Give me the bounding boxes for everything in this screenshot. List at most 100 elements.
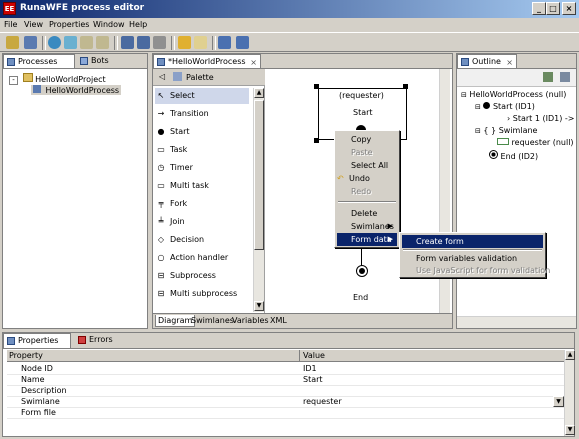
- open-folder-icon[interactable]: [178, 36, 191, 49]
- outline-end[interactable]: End (ID2): [489, 150, 538, 161]
- selection-handle[interactable]: [314, 84, 319, 89]
- outline-toolbar: [457, 69, 576, 87]
- outline-start[interactable]: ⊟ Start (ID1): [475, 102, 535, 111]
- overview-icon[interactable]: [560, 72, 570, 82]
- menu-item-swimlanes[interactable]: Swimlanes ▶: [337, 220, 397, 233]
- diamond-icon: ◇: [157, 235, 165, 244]
- menu-item-delete[interactable]: Delete: [337, 207, 397, 220]
- scroll-down-icon[interactable]: ▼: [254, 301, 264, 311]
- property-column-header[interactable]: Property: [9, 351, 43, 360]
- tab-diagram[interactable]: Diagram: [155, 315, 196, 327]
- value-column-header[interactable]: Value: [303, 351, 325, 360]
- table-row[interactable]: Form file: [7, 407, 565, 419]
- tree-view-icon[interactable]: [543, 72, 553, 82]
- properties-scrollbar[interactable]: ▲ ▼: [564, 350, 575, 436]
- save-all-icon[interactable]: [137, 36, 150, 49]
- new-icon[interactable]: [6, 36, 19, 49]
- import-icon[interactable]: [48, 36, 61, 49]
- delete-icon[interactable]: [153, 36, 166, 49]
- palette-transition[interactable]: → Transition: [155, 106, 209, 122]
- close-button[interactable]: ×: [562, 2, 576, 15]
- start-node-icon: [483, 102, 491, 109]
- outline-swimlane[interactable]: ⊟ { } Swimlane: [475, 126, 537, 135]
- outline-transition[interactable]: › Start 1 (ID1) ->: [507, 114, 574, 123]
- selection-handle[interactable]: [314, 138, 319, 143]
- scroll-down-icon[interactable]: ▼: [565, 425, 575, 435]
- palette-action-handler[interactable]: ○ Action handler: [155, 250, 229, 266]
- palette-timer[interactable]: ◷ Timer: [155, 160, 193, 176]
- tab-bots[interactable]: Bots: [77, 54, 141, 68]
- menu-item-undo[interactable]: ↶ Undo: [337, 172, 397, 185]
- palette-start[interactable]: ● Start: [155, 124, 190, 140]
- palette-select[interactable]: ↖ Select: [155, 88, 249, 104]
- menu-view[interactable]: View: [24, 20, 43, 29]
- close-outline-icon[interactable]: ×: [506, 56, 513, 69]
- palette-fork[interactable]: ╤ Fork: [155, 196, 188, 212]
- process-icon: [33, 85, 41, 93]
- menu-window[interactable]: Window: [93, 20, 125, 29]
- menu-file[interactable]: File: [4, 20, 17, 29]
- app-icon: EE: [3, 2, 16, 15]
- export-icon[interactable]: [64, 36, 77, 49]
- outline-hscrollbar[interactable]: [457, 316, 576, 328]
- menu-item-create-form[interactable]: Create form: [402, 235, 543, 248]
- palette-decision[interactable]: ◇ Decision: [155, 232, 204, 248]
- palette-scrollbar[interactable]: ▲ ▼: [253, 88, 264, 312]
- tab-outline[interactable]: Outline ×: [457, 54, 517, 68]
- swimlane-dropdown-icon[interactable]: ▼: [553, 396, 564, 407]
- menu-item-select-all[interactable]: Select All: [337, 159, 397, 172]
- tree-process[interactable]: HelloWorldProcess: [31, 85, 122, 95]
- selection-handle[interactable]: [403, 84, 408, 89]
- tab-hello-world-process[interactable]: *HelloWorldProcess ×: [153, 54, 261, 68]
- outline-panel: Outline × ⊟ HelloWorldProcess (null) ⊟ S…: [456, 53, 577, 329]
- paste-icon[interactable]: [96, 36, 109, 49]
- tab-errors[interactable]: Errors: [75, 333, 139, 347]
- folder-icon[interactable]: [194, 36, 207, 49]
- processes-panel: Processes Bots - HelloWorldProject Hello…: [2, 53, 148, 329]
- palette-task[interactable]: ▭ Task: [155, 142, 187, 158]
- minimize-button[interactable]: _: [532, 2, 546, 15]
- tab-variables[interactable]: Variables: [232, 316, 269, 325]
- palette-join[interactable]: ╧ Join: [155, 214, 185, 230]
- menu-item-paste: Paste: [351, 148, 373, 157]
- menu-item-use-javascript-validation: Use JavaScript for form validation: [416, 266, 551, 275]
- maximize-button[interactable]: □: [546, 2, 560, 15]
- tab-properties[interactable]: Properties: [3, 333, 71, 348]
- menu-item-form-data[interactable]: Form data ▶: [337, 233, 397, 246]
- palette-multi-subprocess[interactable]: ⊟ Multi subprocess: [155, 286, 238, 302]
- circle-icon: ○: [157, 253, 165, 262]
- deploy-all-icon[interactable]: [236, 36, 249, 49]
- save-icon[interactable]: [121, 36, 134, 49]
- copy-icon[interactable]: [80, 36, 93, 49]
- error-icon: [78, 336, 86, 344]
- palette-icon: [173, 72, 182, 81]
- tree-project[interactable]: - HelloWorldProject: [9, 73, 106, 85]
- palette-scroll-thumb[interactable]: [254, 100, 264, 250]
- deploy-icon[interactable]: [218, 36, 231, 49]
- end-node[interactable]: [356, 265, 368, 277]
- process-icon: [157, 58, 165, 66]
- submenu-arrow-icon: ▶: [387, 235, 393, 243]
- new-bot-icon[interactable]: [24, 36, 37, 49]
- palette-multi-task[interactable]: ▭ Multi task: [155, 178, 209, 194]
- scroll-up-icon[interactable]: ▲: [565, 350, 575, 360]
- collapse-icon[interactable]: -: [9, 76, 18, 85]
- end-node-icon: [489, 150, 498, 159]
- outline-root[interactable]: ⊟ HelloWorldProcess (null): [461, 90, 566, 99]
- properties-icon: [7, 337, 15, 345]
- properties-header: Property Value: [7, 350, 565, 362]
- tab-xml[interactable]: XML: [270, 316, 287, 325]
- task-icon: ▭: [157, 145, 165, 154]
- outline-requester[interactable]: requester (null): [497, 138, 574, 147]
- tab-swimlanes[interactable]: Swimlanes: [191, 316, 234, 325]
- tab-processes[interactable]: Processes: [3, 54, 75, 68]
- close-tab-icon[interactable]: ×: [250, 56, 257, 69]
- palette-subprocess[interactable]: ⊟ Subprocess: [155, 268, 216, 284]
- palette-header: ◁ Palette: [153, 69, 265, 86]
- start-label: Start: [353, 108, 373, 117]
- collapse-palette-icon[interactable]: ◁: [159, 72, 165, 81]
- menu-properties[interactable]: Properties: [49, 20, 89, 29]
- menu-help[interactable]: Help: [129, 20, 147, 29]
- scroll-up-icon[interactable]: ▲: [254, 88, 264, 98]
- menu-item-copy[interactable]: Copy: [337, 133, 397, 146]
